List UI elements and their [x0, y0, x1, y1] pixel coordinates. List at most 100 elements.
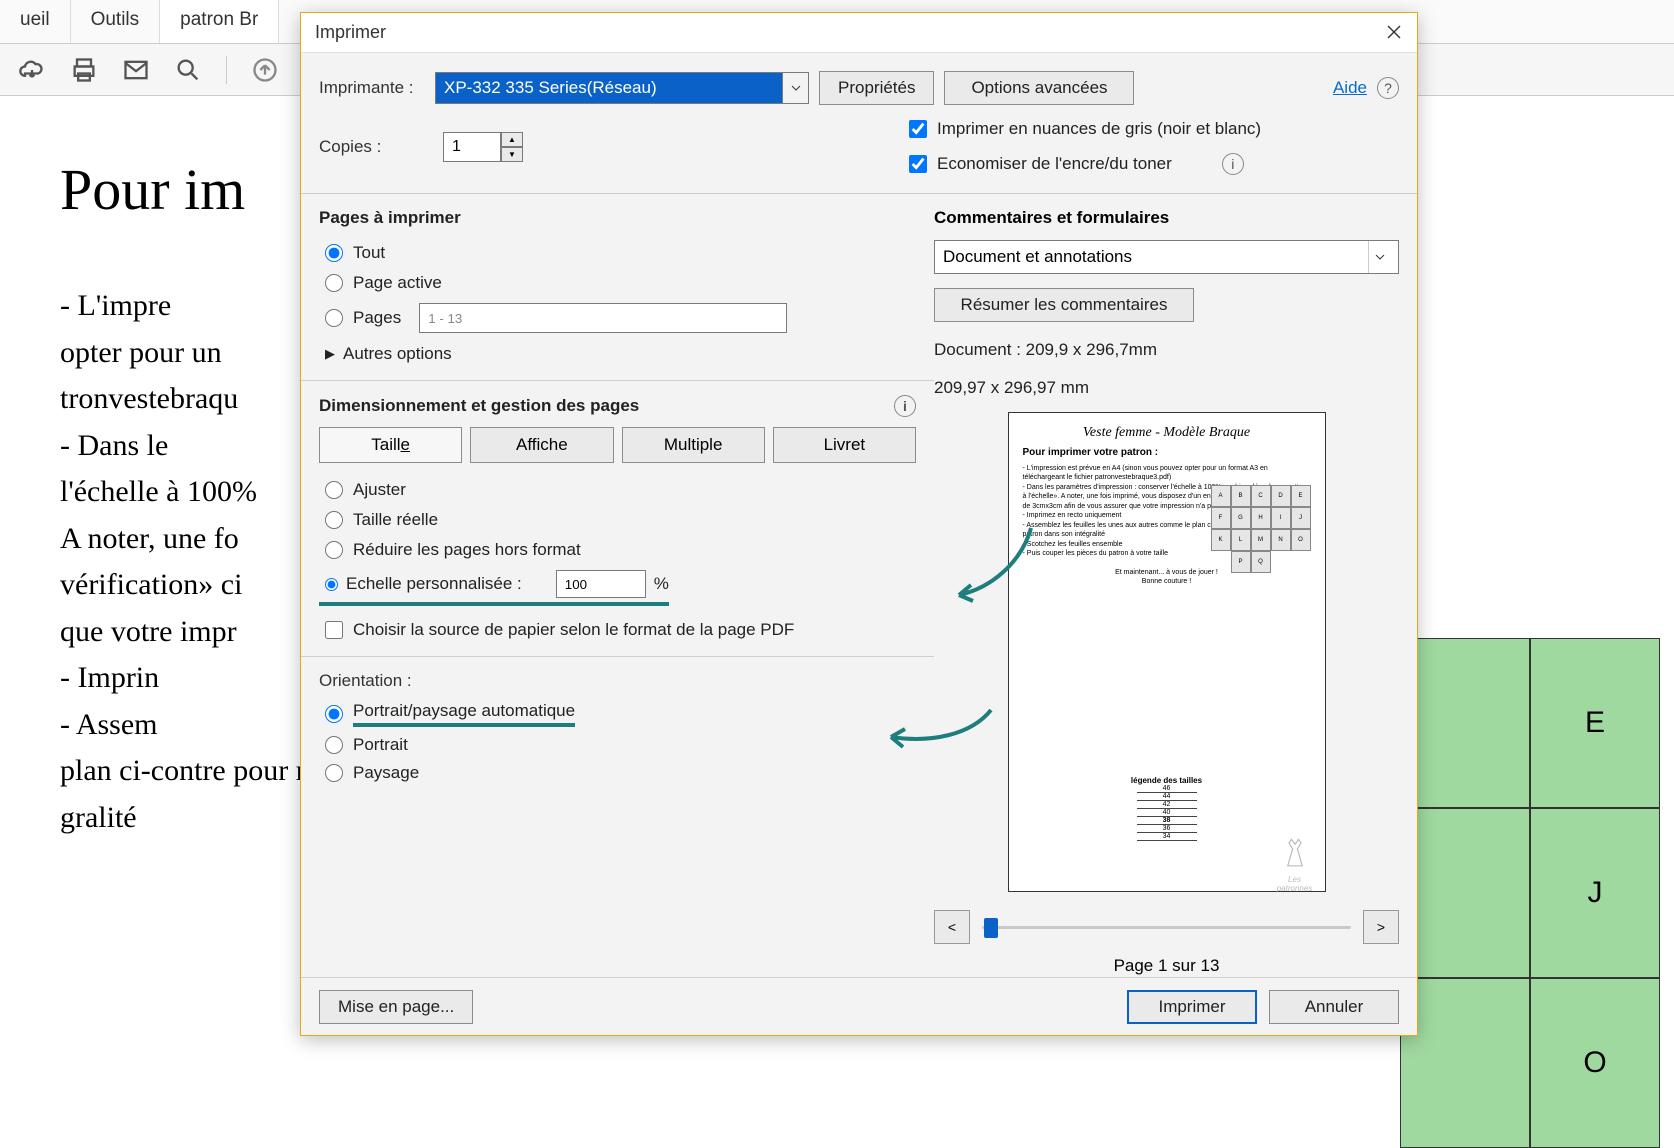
orientation-portrait-row[interactable]: Portrait [319, 731, 916, 759]
fit-row[interactable]: Ajuster [319, 475, 916, 505]
page-setup-button[interactable]: Mise en page... [319, 990, 473, 1024]
tab-file-label: patron Br [180, 9, 258, 30]
grayscale-label: Imprimer en nuances de gris (noir et bla… [937, 119, 1261, 139]
up-icon[interactable] [251, 56, 279, 84]
search-icon[interactable] [174, 56, 202, 84]
size-tab-booklet[interactable]: Livret [773, 427, 916, 463]
green-cell-j: J [1530, 808, 1660, 978]
custom-scale-radio[interactable] [325, 578, 338, 591]
mail-icon[interactable] [122, 56, 150, 84]
triangle-right-icon: ▶ [325, 346, 335, 362]
cancel-button[interactable]: Annuler [1269, 990, 1399, 1024]
printer-select[interactable]: XP-332 335 Series(Réseau) [435, 72, 809, 104]
close-button[interactable] [1377, 17, 1411, 47]
signature-label: Les patronnes [1275, 875, 1315, 893]
chevron-down-icon [782, 73, 808, 103]
size-tab-poster-label: Affiche [516, 435, 568, 455]
help-link[interactable]: Aide [1333, 78, 1367, 98]
custom-scale-row[interactable]: Echelle personnalisée : % [319, 565, 669, 606]
legend: légende des tailles 46444240383634 [1009, 776, 1325, 841]
print-button[interactable]: Imprimer [1127, 990, 1257, 1024]
size-tab-poster[interactable]: Affiche [470, 427, 613, 463]
size-tab-size-label: Taille [371, 435, 410, 455]
preview-doc-dims: Document : 209,9 x 296,7mm [934, 340, 1399, 360]
green-cell-o-label: O [1583, 1046, 1606, 1080]
print-icon[interactable] [70, 56, 98, 84]
paper-source-checkbox[interactable] [325, 621, 343, 639]
shrink-radio[interactable] [325, 541, 343, 559]
pages-range-input[interactable] [419, 303, 787, 333]
help-icon[interactable]: ? [1377, 77, 1399, 99]
pages-current-row[interactable]: Page active [319, 268, 916, 298]
comments-title: Commentaires et formulaires [934, 208, 1399, 228]
orientation-title: Orientation : [319, 671, 916, 691]
page-indicator: Page 1 sur 13 [934, 956, 1399, 976]
next-page-button[interactable]: > [1363, 910, 1399, 944]
page-slider[interactable] [982, 926, 1351, 929]
copies-spinbox[interactable]: ▲ ▼ [443, 132, 523, 162]
green-cell-o: O [1530, 978, 1660, 1148]
saveink-checkbox-row[interactable]: Economiser de l'encre/du toner i [909, 153, 1261, 175]
green-grid: E J O [1400, 638, 1660, 1148]
dress-icon: Les patronnes [1275, 837, 1315, 881]
summarize-comments-button[interactable]: Résumer les commentaires [934, 288, 1194, 322]
dialog-body: Imprimante : XP-332 335 Series(Réseau) P… [301, 53, 1417, 976]
dialog-footer: Mise en page... Imprimer Annuler [301, 977, 1417, 1035]
tab-home[interactable]: ueil [0, 0, 71, 43]
properties-button-label: Propriétés [838, 78, 915, 98]
preview-page-dims: 209,97 x 296,97 mm [934, 378, 1399, 398]
orientation-auto-row[interactable]: Portrait/paysage automatique [319, 697, 916, 731]
green-cell-j-label: J [1588, 876, 1603, 910]
paper-source-label: Choisir la source de papier selon le for… [353, 620, 794, 640]
tab-tools-label: Outils [91, 9, 140, 30]
pages-all-radio[interactable] [325, 244, 343, 262]
saveink-checkbox[interactable] [909, 155, 927, 173]
pages-current-radio[interactable] [325, 274, 343, 292]
fit-label: Ajuster [353, 480, 406, 500]
green-cell-left [1400, 808, 1530, 978]
actual-radio[interactable] [325, 511, 343, 529]
more-options-disclosure[interactable]: ▶Autres options [319, 338, 916, 364]
orientation-group: Orientation : Portrait/paysage automatiq… [301, 656, 934, 803]
fit-radio[interactable] [325, 481, 343, 499]
grayscale-checkbox-row[interactable]: Imprimer en nuances de gris (noir et bla… [909, 119, 1261, 139]
orientation-portrait-radio[interactable] [325, 736, 343, 754]
comments-select[interactable]: Document et annotations [934, 240, 1399, 274]
copies-input[interactable] [443, 132, 501, 162]
orientation-auto-radio[interactable] [325, 705, 343, 723]
size-tab-multiple[interactable]: Multiple [622, 427, 765, 463]
actual-row[interactable]: Taille réelle [319, 505, 916, 535]
help-link-label: Aide [1333, 78, 1367, 97]
paper-source-row[interactable]: Choisir la source de papier selon le for… [319, 606, 916, 640]
info-icon[interactable]: i [894, 395, 916, 417]
pages-all-row[interactable]: Tout [319, 238, 916, 268]
slider-thumb[interactable] [984, 918, 998, 938]
orientation-landscape-radio[interactable] [325, 764, 343, 782]
advanced-options-button[interactable]: Options avancées [944, 71, 1134, 105]
grayscale-checkbox[interactable] [909, 120, 927, 138]
shrink-row[interactable]: Réduire les pages hors format [319, 535, 916, 565]
advanced-options-label: Options avancées [971, 78, 1107, 98]
pages-range-radio[interactable] [325, 309, 343, 327]
orientation-landscape-row[interactable]: Paysage [319, 759, 916, 787]
print-dialog: Imprimer Imprimante : XP-332 335 Series(… [300, 12, 1418, 1036]
tab-tools[interactable]: Outils [71, 0, 161, 43]
divider [226, 56, 227, 84]
copies-down-button[interactable]: ▼ [501, 147, 523, 162]
prev-page-button[interactable]: < [934, 910, 970, 944]
actual-label: Taille réelle [353, 510, 438, 530]
size-tab-size[interactable]: Taille [319, 427, 462, 463]
info-icon[interactable]: i [1222, 153, 1244, 175]
pages-range-row[interactable]: Pages [319, 298, 916, 338]
properties-button[interactable]: Propriétés [819, 71, 934, 105]
pages-group: Pages à imprimer Tout Page active Pages … [301, 194, 934, 380]
custom-scale-input[interactable] [556, 570, 646, 598]
page-setup-label: Mise en page... [338, 997, 454, 1017]
tab-file[interactable]: patron Br [160, 0, 279, 43]
green-cell-e: E [1530, 638, 1660, 808]
pages-all-label: Tout [353, 243, 385, 263]
cloud-icon[interactable] [18, 56, 46, 84]
mini-grid: ABCDE FGHIJ KLMNO PQ [1211, 485, 1311, 573]
mini-title: Veste femme - Modèle Braque [1023, 425, 1311, 441]
copies-up-button[interactable]: ▲ [501, 132, 523, 147]
